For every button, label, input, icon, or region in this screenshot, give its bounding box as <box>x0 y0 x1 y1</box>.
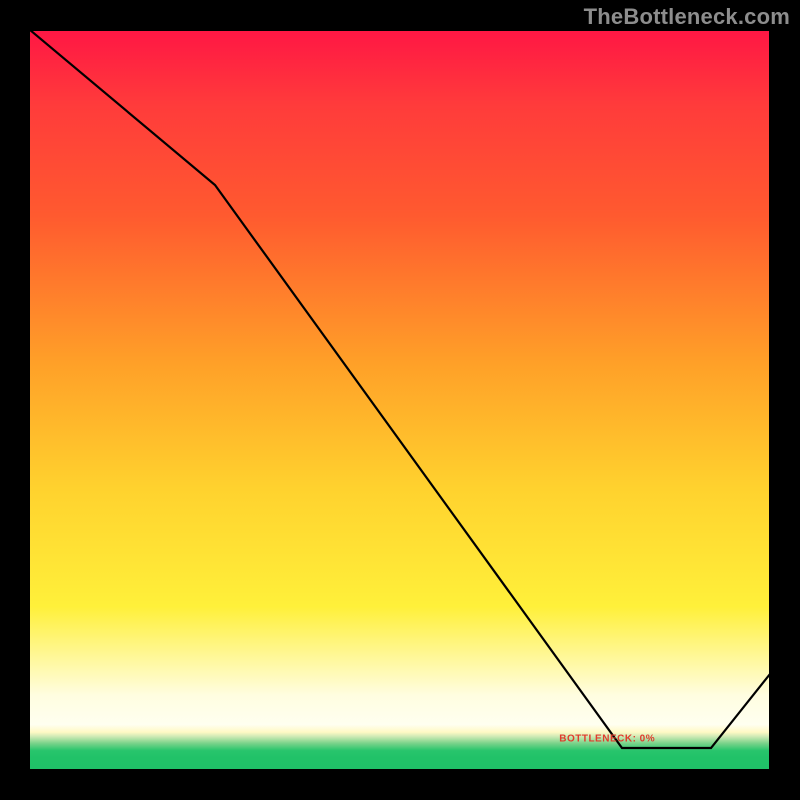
plot-area <box>30 30 770 770</box>
bottleneck-label: BOTTLENECK: 0% <box>559 733 655 744</box>
chart-stage: TheBottleneck.com BOTTLENECK: 0% <box>0 0 800 800</box>
watermark-text: TheBottleneck.com <box>584 4 790 30</box>
